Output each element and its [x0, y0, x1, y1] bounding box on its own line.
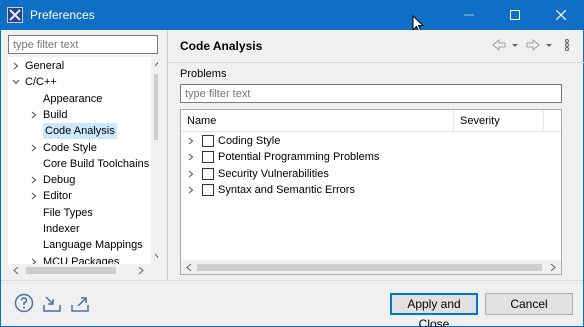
sidebar-item-label: Core Build Toolchains [43, 157, 150, 170]
column-header-name[interactable]: Name [181, 110, 454, 132]
tree-vertical-thumb[interactable] [154, 74, 158, 140]
sidebar-item[interactable]: Code Analysis [8, 123, 150, 140]
problem-checkbox[interactable] [202, 167, 214, 180]
sidebar-item[interactable]: Indexer [8, 221, 150, 237]
sidebar-filter-input[interactable] [8, 35, 158, 54]
problem-row[interactable]: Security Vulnerabilities [181, 166, 561, 182]
view-menu-icon[interactable] [565, 39, 569, 51]
sidebar-item[interactable]: Debug [8, 172, 150, 188]
sidebar-item[interactable]: Build [8, 107, 150, 123]
header-divider [168, 62, 584, 63]
chevron-right-icon[interactable] [12, 62, 20, 70]
minimize-button[interactable] [446, 0, 492, 30]
back-dropdown-icon[interactable] [512, 44, 518, 47]
sidebar-item[interactable]: General [8, 58, 150, 74]
chevron-right-icon[interactable] [187, 170, 195, 178]
tree-horizontal-thumb[interactable] [26, 267, 116, 274]
chevron-right-icon[interactable] [187, 186, 195, 194]
page-title: Code Analysis [180, 39, 263, 53]
import-icon[interactable] [42, 293, 62, 313]
problem-checkbox[interactable] [202, 183, 214, 196]
sidebar-item[interactable]: Appearance [8, 91, 150, 107]
problem-label: Syntax and Semantic Errors [218, 183, 355, 196]
sidebar-item-label: General [25, 60, 65, 72]
problems-horizontal-scrollbar[interactable] [181, 260, 561, 274]
problem-label: Security Vulnerabilities [218, 167, 329, 180]
sidebar-item-label: Build [43, 108, 68, 121]
sidebar-item[interactable]: Language Mappings [8, 237, 150, 253]
chevron-right-icon[interactable] [187, 153, 195, 161]
sidebar-item-label: Debug [43, 174, 76, 187]
sidebar-item-label: File Types [43, 206, 93, 219]
eclipse-app-icon [7, 7, 23, 23]
problem-checkbox[interactable] [202, 151, 214, 164]
sidebar-item[interactable]: Core Build Toolchains [8, 156, 150, 172]
maximize-button[interactable] [492, 0, 538, 30]
column-header-filler [544, 110, 561, 132]
back-arrow-icon[interactable] [492, 38, 506, 52]
sidebar-item[interactable]: Editor [8, 188, 150, 204]
export-icon[interactable] [70, 293, 90, 313]
help-icon[interactable] [14, 293, 34, 313]
sidebar-item-label: Language Mappings [43, 239, 143, 252]
window-title: Preferences [30, 8, 95, 22]
tree-horizontal-scrollbar[interactable] [8, 264, 158, 277]
problems-table: Name Severity Coding Style Potential Prog… [180, 109, 562, 275]
page-navigation [492, 38, 572, 55]
sidebar-item[interactable]: C/C++ [8, 74, 150, 90]
problem-label: Coding Style [218, 135, 281, 147]
forward-arrow-icon[interactable] [526, 38, 540, 52]
preference-tree: General C/C++ Appearance Build Code Analysis… [8, 57, 158, 277]
sidebar-item-label: Appearance [43, 92, 103, 105]
sidebar-item-label: Code Analysis [43, 123, 117, 140]
sidebar-item-label: Indexer [43, 223, 80, 235]
title-bar: Preferences [0, 0, 584, 30]
chevron-right-icon[interactable] [30, 111, 38, 119]
pane-splitter[interactable] [167, 30, 168, 280]
tree-vertical-scrollbar[interactable] [151, 57, 158, 264]
problem-row[interactable]: Potential Programming Problems [181, 149, 561, 165]
chevron-right-icon[interactable] [30, 176, 38, 184]
chevron-right-icon[interactable] [30, 192, 38, 200]
sidebar-item-label: Editor [43, 190, 72, 203]
cancel-button[interactable]: Cancel [485, 293, 573, 315]
problems-label: Problems [180, 68, 227, 80]
problem-row[interactable]: Coding Style [181, 133, 561, 149]
apply-and-close-button[interactable]: Apply and Close [390, 293, 478, 327]
forward-dropdown-icon[interactable] [546, 44, 552, 47]
chevron-down-icon[interactable] [12, 78, 20, 86]
sidebar-item-label: Code Style [43, 141, 97, 154]
sidebar-item[interactable]: File Types [8, 205, 150, 221]
chevron-right-icon[interactable] [187, 137, 195, 145]
column-header-severity[interactable]: Severity [454, 110, 544, 132]
problem-row[interactable]: Syntax and Semantic Errors [181, 182, 561, 198]
close-button[interactable] [538, 0, 584, 30]
problem-label: Potential Programming Problems [218, 151, 380, 164]
footer-divider [1, 280, 583, 281]
chevron-right-icon[interactable] [30, 144, 38, 152]
problems-horizontal-thumb[interactable] [197, 264, 542, 271]
problem-checkbox[interactable] [202, 135, 214, 147]
problems-filter-input[interactable] [180, 84, 562, 103]
sidebar-item[interactable]: Code Style [8, 140, 150, 156]
sidebar-item-label: C/C++ [25, 76, 57, 89]
